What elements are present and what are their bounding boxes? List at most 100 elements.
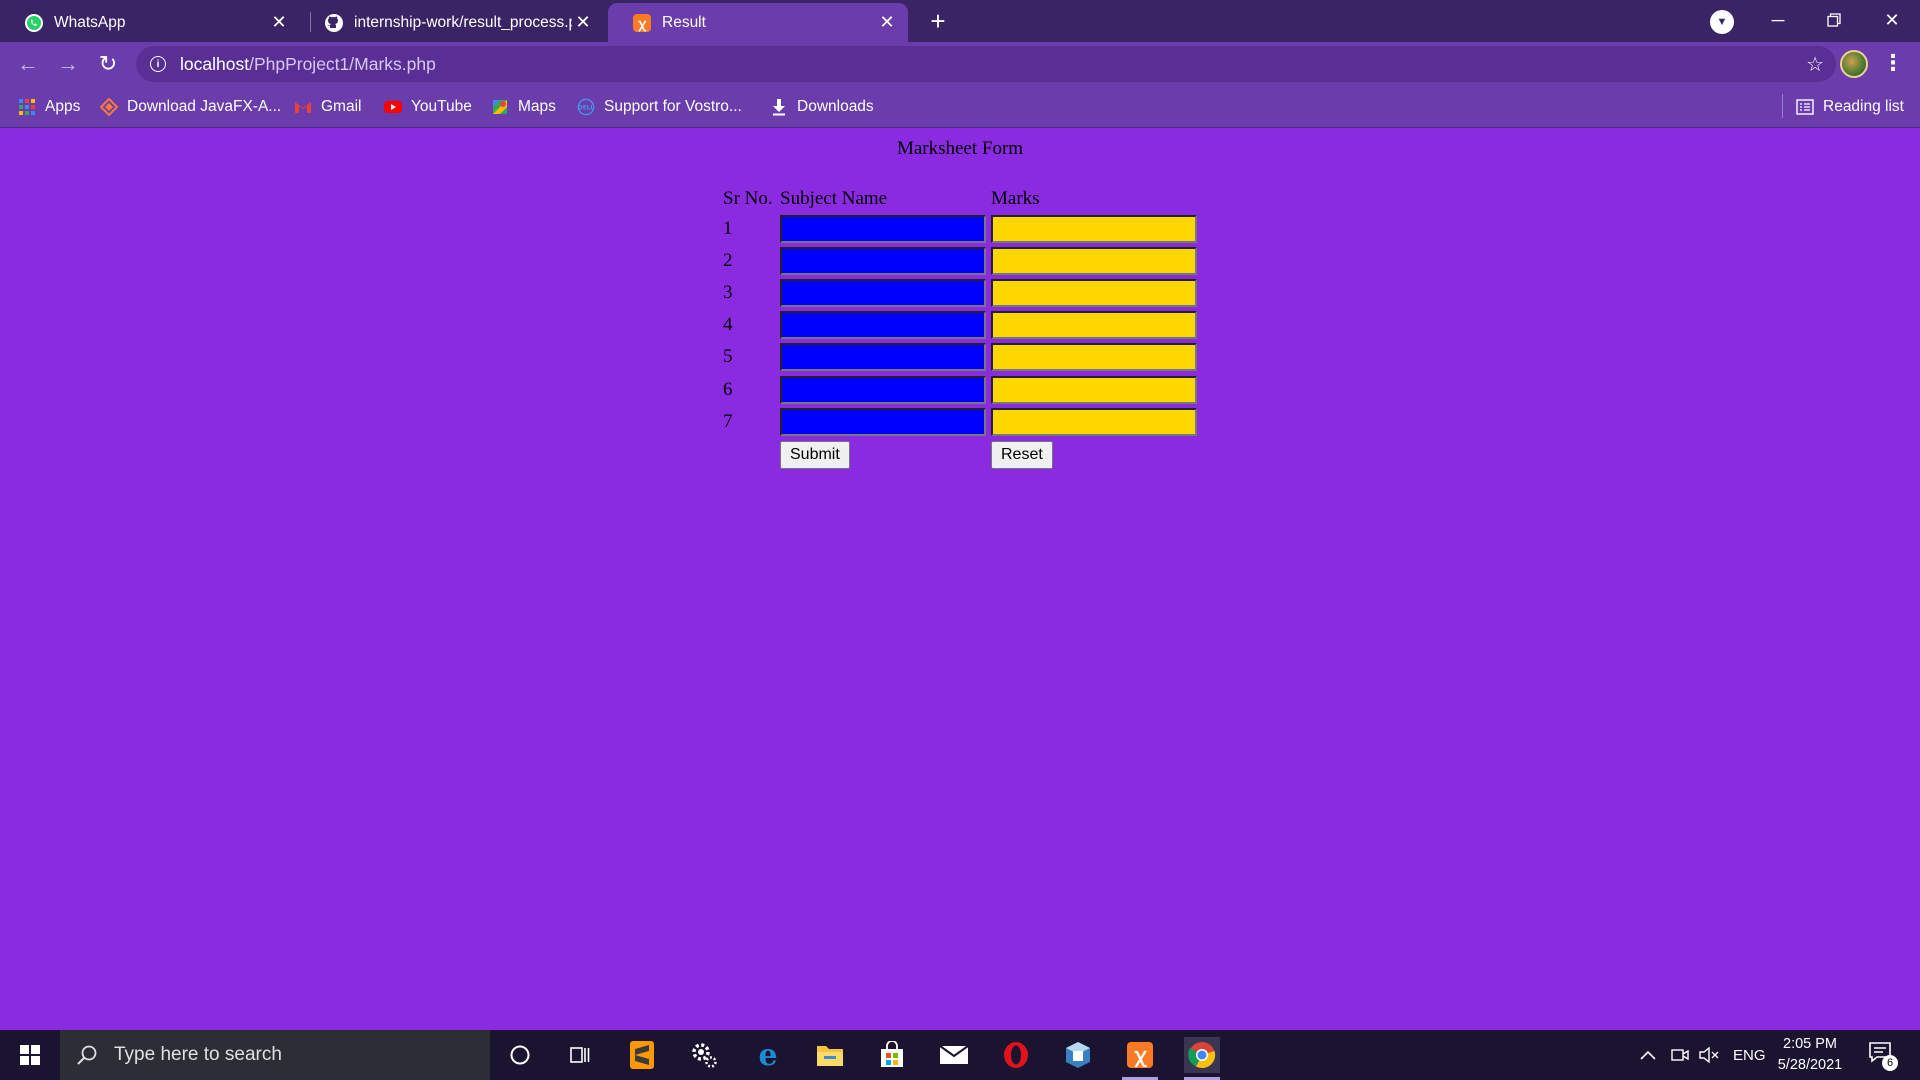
back-icon[interactable]: ← — [14, 50, 42, 78]
browser-toolbar: ← → ↻ i localhost/PhpProject1/Marks.php … — [0, 42, 1920, 86]
bookmark-javafx[interactable]: Download JavaFX-A... — [100, 96, 281, 118]
tab-search-icon[interactable]: ▼ — [1710, 10, 1734, 34]
download-icon — [770, 98, 788, 116]
bookmark-gmail[interactable]: Gmail — [294, 96, 361, 118]
bookmark-label: Download JavaFX-A... — [127, 98, 282, 115]
bookmark-youtube[interactable]: YouTube — [384, 96, 472, 118]
javafx-icon — [100, 98, 118, 116]
store-icon[interactable] — [874, 1037, 910, 1073]
row-sr-no: 7 — [723, 411, 733, 432]
file-explorer-icon[interactable] — [812, 1037, 848, 1073]
settings-gear-icon[interactable] — [686, 1037, 722, 1073]
reading-list-icon — [1796, 98, 1814, 116]
profile-avatar[interactable] — [1840, 50, 1868, 78]
tab-title: Result — [662, 13, 706, 31]
bookmarks-bar: Apps Download JavaFX-A... Gmail YouTube … — [0, 86, 1920, 128]
maps-icon — [491, 98, 509, 116]
marks-input[interactable] — [991, 376, 1197, 404]
bookmark-label: Downloads — [797, 98, 874, 115]
svg-text:e: e — [758, 1040, 777, 1070]
header-subject-name: Subject Name — [780, 188, 888, 209]
sublime-text-icon[interactable] — [624, 1037, 660, 1073]
site-info-icon[interactable]: i — [150, 56, 166, 72]
svg-text:DELL: DELL — [578, 106, 595, 112]
tray-overflow-icon[interactable] — [1640, 1030, 1656, 1080]
minimize-icon[interactable]: ─ — [1750, 4, 1806, 36]
row-sr-no: 4 — [723, 314, 733, 335]
url-host: localhost — [180, 53, 250, 74]
row-sr-no: 2 — [723, 250, 733, 271]
bookmark-label: Support for Vostro... — [604, 98, 742, 115]
menu-kebab-icon[interactable]: ⋮ — [1882, 50, 1904, 78]
subject-name-input[interactable] — [780, 376, 986, 404]
marks-input[interactable] — [991, 247, 1197, 275]
tab-whatsapp[interactable]: WhatsApp ✕ — [0, 3, 300, 42]
taskbar-search-box[interactable]: Type here to search — [60, 1030, 490, 1080]
close-tab-icon[interactable]: ✕ — [572, 12, 594, 34]
mail-icon[interactable] — [936, 1037, 972, 1073]
notification-center-icon[interactable]: 6 — [1868, 1041, 1898, 1071]
bookmarks-divider — [1782, 94, 1783, 118]
subject-name-input[interactable] — [780, 311, 986, 339]
bookmark-dell-support[interactable]: DELL Support for Vostro... — [577, 96, 742, 118]
windows-logo-icon — [20, 1045, 40, 1065]
close-tab-icon[interactable]: ✕ — [876, 12, 898, 34]
marks-input[interactable] — [991, 343, 1197, 371]
reset-button[interactable]: Reset — [991, 441, 1053, 469]
clock-time: 2:05 PM — [1783, 1036, 1837, 1052]
subject-name-input[interactable] — [780, 343, 986, 371]
address-bar[interactable]: i localhost/PhpProject1/Marks.php ☆ — [136, 46, 1836, 82]
xampp-taskbar-icon[interactable]: ꭓ — [1122, 1037, 1158, 1080]
page-content: Marksheet Form Sr No. Subject Name Marks… — [0, 128, 1920, 1030]
close-tab-icon[interactable]: ✕ — [268, 12, 290, 34]
clock-date: 5/28/2021 — [1777, 1057, 1843, 1073]
restore-icon[interactable] — [1806, 4, 1862, 36]
reading-list-button[interactable]: Reading list — [1796, 96, 1904, 118]
marks-input[interactable] — [991, 408, 1197, 436]
cortana-icon[interactable] — [502, 1037, 538, 1073]
row-sr-no: 6 — [723, 379, 733, 400]
notification-count-badge: 6 — [1882, 1055, 1898, 1071]
marks-input[interactable] — [991, 215, 1197, 243]
system-clock[interactable]: 2:05 PM 5/28/2021 — [1770, 1034, 1850, 1076]
start-button[interactable] — [0, 1030, 60, 1080]
edge-icon[interactable]: e — [750, 1037, 786, 1073]
forward-icon[interactable]: → — [54, 50, 82, 78]
virtualbox-icon[interactable] — [1060, 1037, 1096, 1073]
tab-result[interactable]: ꭓ Result ✕ — [608, 3, 908, 42]
row-sr-no: 1 — [723, 218, 733, 239]
chrome-icon[interactable] — [1184, 1037, 1220, 1080]
bookmark-apps[interactable]: Apps — [18, 96, 80, 118]
new-tab-icon[interactable]: + — [924, 8, 952, 36]
task-view-icon[interactable] — [562, 1037, 598, 1073]
apps-grid-icon — [18, 98, 36, 116]
bookmark-star-icon[interactable]: ☆ — [1806, 52, 1824, 77]
dell-icon: DELL — [577, 98, 595, 116]
opera-icon[interactable] — [998, 1037, 1034, 1073]
submit-button[interactable]: Submit — [780, 441, 850, 469]
page-title: Marksheet Form — [896, 138, 1024, 159]
subject-name-input[interactable] — [780, 279, 986, 307]
close-window-icon[interactable]: ✕ — [1864, 4, 1920, 36]
marks-input[interactable] — [991, 311, 1197, 339]
url-text[interactable]: localhost/PhpProject1/Marks.php — [180, 54, 436, 75]
search-placeholder: Type here to search — [114, 1044, 282, 1065]
tab-github[interactable]: internship-work/result_process.php ✕ — [300, 3, 604, 42]
meet-now-icon[interactable] — [1671, 1030, 1689, 1080]
marks-input[interactable] — [991, 279, 1197, 307]
xampp-icon: ꭓ — [632, 13, 652, 33]
reading-list-label: Reading list — [1823, 98, 1904, 115]
reload-icon[interactable]: ↻ — [94, 50, 122, 78]
subject-name-input[interactable] — [780, 215, 986, 243]
youtube-icon — [384, 98, 402, 116]
subject-name-input[interactable] — [780, 247, 986, 275]
bookmark-label: YouTube — [411, 98, 472, 115]
volume-muted-icon[interactable] — [1699, 1030, 1719, 1080]
tab-strip: WhatsApp ✕ internship-work/result_proces… — [0, 0, 1920, 42]
language-indicator[interactable]: ENG — [1733, 1030, 1766, 1080]
subject-name-input[interactable] — [780, 408, 986, 436]
row-sr-no: 5 — [723, 346, 733, 367]
bookmark-maps[interactable]: Maps — [491, 96, 556, 118]
windows-taskbar: Type here to search e ꭓ ENG 2:05 PM 5/28… — [0, 1030, 1920, 1080]
bookmark-downloads[interactable]: Downloads — [770, 96, 874, 118]
